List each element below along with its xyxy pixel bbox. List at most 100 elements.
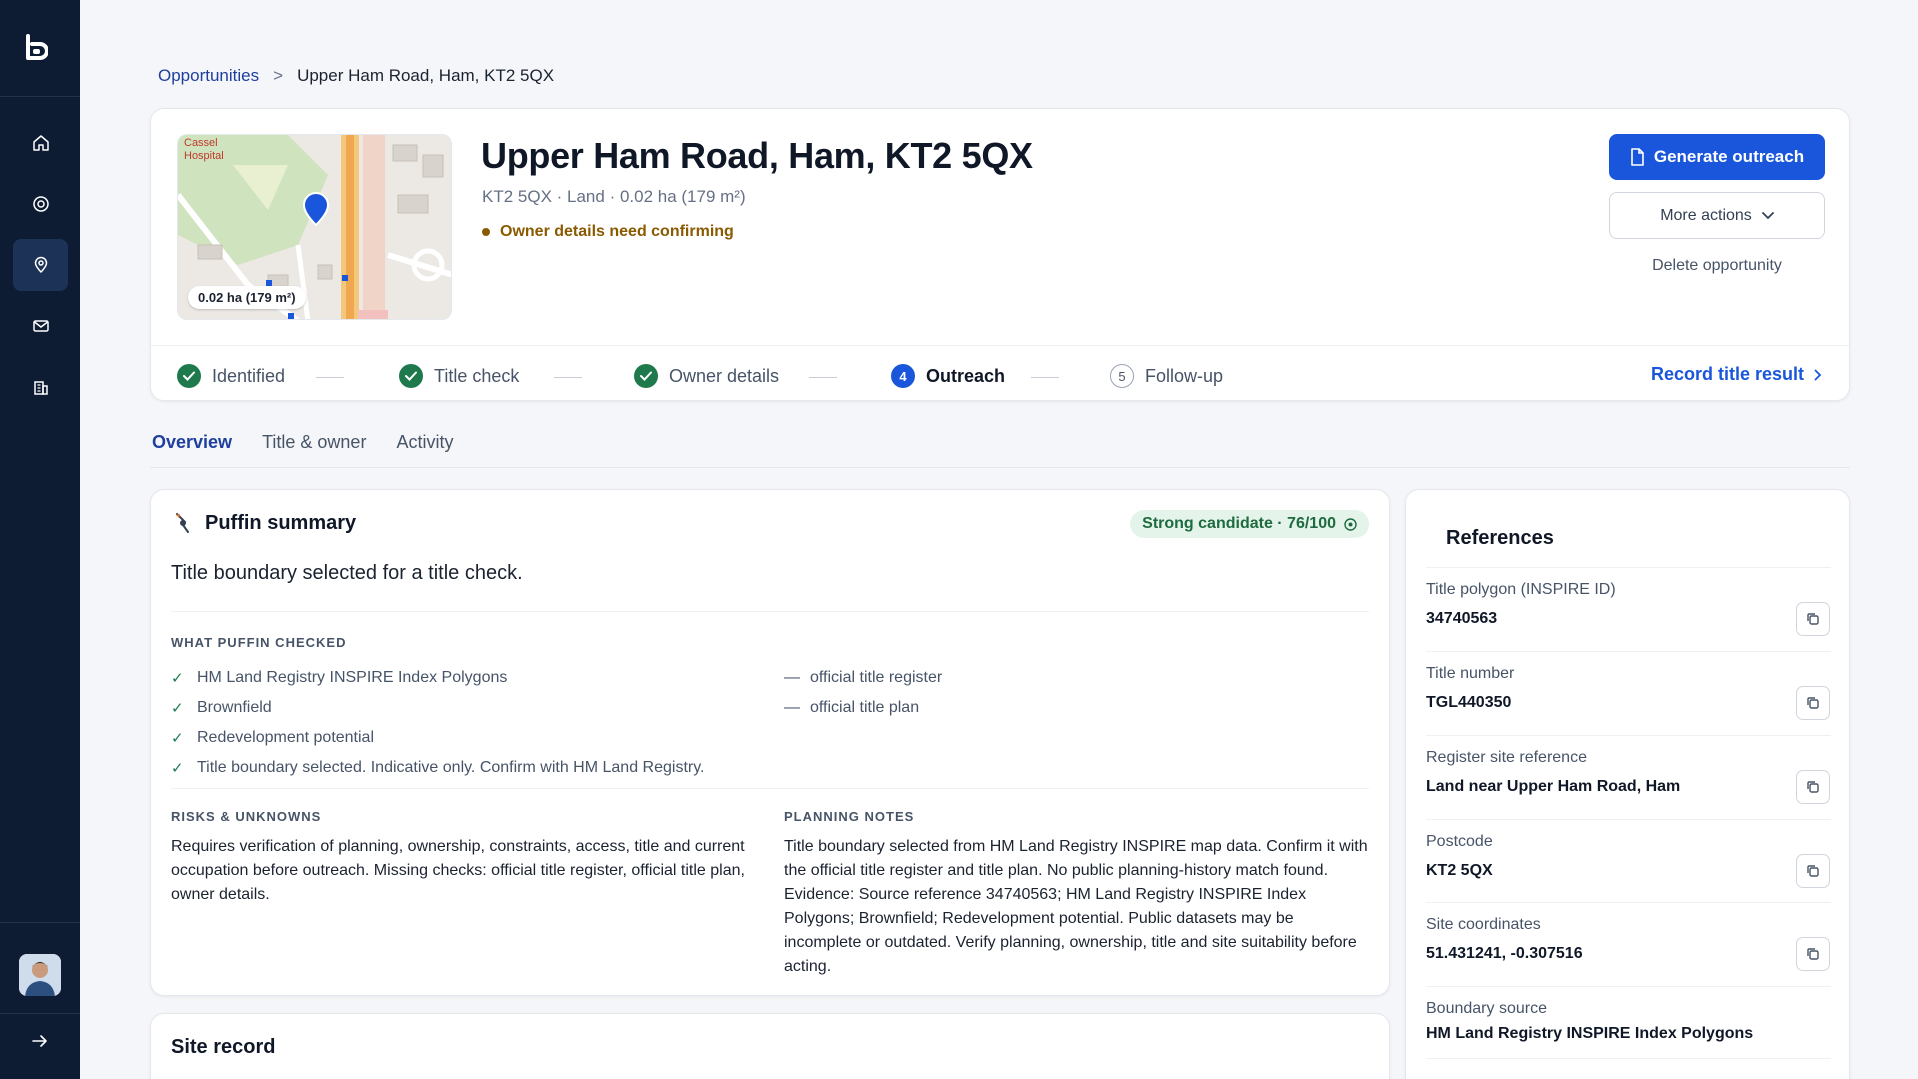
content-tabs: Overview Title & owner Activity [152, 432, 453, 453]
tab-title-owner[interactable]: Title & owner [262, 432, 366, 453]
record-title-result-link[interactable]: Record title result [1651, 364, 1822, 385]
check-circle-icon [177, 364, 201, 388]
target-icon [1344, 517, 1357, 531]
status-indicator: Owner details need confirming [482, 223, 734, 241]
puffin-summary-title: Puffin summary [205, 512, 357, 534]
checked-item-label: HM Land Registry INSPIRE Index Polygons [197, 669, 508, 686]
puffin-icon [171, 511, 195, 535]
chevron-right-icon [1814, 369, 1822, 380]
breadcrumb-opportunities-link[interactable]: Opportunities [158, 66, 259, 86]
step-connector [316, 377, 344, 378]
building-icon [33, 381, 48, 395]
nav-opportunities[interactable] [13, 239, 68, 291]
step-outreach[interactable]: 4 Outreach [891, 364, 1005, 388]
references-title: References [1446, 527, 1554, 549]
sidebar [0, 0, 80, 1079]
step-number-badge: 4 [891, 364, 915, 388]
copy-coordinates-button[interactable] [1796, 937, 1830, 971]
nav-targets[interactable] [13, 178, 68, 230]
checked-item-label: Title boundary selected. Indicative only… [197, 759, 705, 776]
puffin-summary-text: Title boundary selected for a title chec… [171, 562, 523, 584]
map-pin-icon [34, 256, 47, 274]
expand-sidebar-button[interactable] [28, 1031, 52, 1051]
nav-home[interactable] [13, 117, 68, 169]
map-place-label: Cassel Hospital [184, 137, 224, 162]
site-map-thumbnail[interactable]: Cassel Hospital 0.02 ha (179 m²) [177, 134, 452, 320]
copy-site-reference-button[interactable] [1796, 770, 1830, 804]
delete-opportunity-button[interactable]: Delete opportunity [1609, 257, 1825, 275]
copy-icon [1807, 865, 1819, 877]
generate-outreach-button[interactable]: Generate outreach [1609, 134, 1825, 180]
check-icon: ✓ [171, 670, 184, 687]
puffin-summary-card: Puffin summary Strong candidate · 76/100… [150, 489, 1390, 996]
reference-divider [1426, 902, 1831, 903]
document-icon [1631, 148, 1644, 166]
more-actions-button[interactable]: More actions [1609, 192, 1825, 239]
generate-outreach-label: Generate outreach [1653, 147, 1805, 166]
missing-item-label: official title register [810, 669, 943, 686]
reference-label: Site coordinates [1426, 916, 1541, 933]
nav-portfolio[interactable] [13, 361, 68, 413]
site-record-card: Site record [150, 1013, 1390, 1079]
references-card: References Title polygon (INSPIRE ID) 34… [1405, 489, 1850, 1079]
check-icon: ✓ [171, 760, 184, 777]
breadcrumb-current: Upper Ham Road, Ham, KT2 5QX [297, 66, 555, 85]
check-icon: ✓ [171, 730, 184, 747]
reference-divider [1426, 567, 1831, 568]
step-label: Outreach [926, 365, 1006, 386]
app-logo[interactable] [24, 34, 49, 62]
chevron-down-icon [1761, 211, 1774, 219]
checked-item: ✓ HM Land Registry INSPIRE Index Polygons [171, 669, 507, 687]
step-label: Identified [212, 365, 286, 386]
checked-item: ✓ Brownfield [171, 699, 272, 717]
copy-postcode-button[interactable] [1796, 854, 1830, 888]
status-text: Owner details need confirming [500, 223, 734, 240]
reference-value: TGL440350 [1426, 694, 1512, 711]
sidebar-divider [0, 96, 80, 97]
reference-divider [1426, 651, 1831, 652]
record-title-result-label: Record title result [1651, 364, 1805, 384]
copy-inspire-id-button[interactable] [1796, 602, 1830, 636]
copy-icon [1807, 697, 1819, 709]
step-title-check[interactable]: Title check [399, 364, 519, 388]
checked-item: ✓ Title boundary selected. Indicative onl… [171, 759, 704, 777]
reference-label: Title number [1426, 665, 1515, 682]
user-avatar[interactable] [19, 954, 61, 996]
nav-outreach[interactable] [13, 300, 68, 352]
copy-title-number-button[interactable] [1796, 686, 1830, 720]
step-connector [809, 377, 837, 378]
missing-item: — official title register [784, 669, 942, 687]
reference-label: Postcode [1426, 833, 1493, 850]
reference-value: Land near Upper Ham Road, Ham [1426, 778, 1681, 795]
check-icon: ✓ [171, 700, 184, 717]
checked-item: ✓ Redevelopment potential [171, 729, 374, 747]
checked-item-label: Redevelopment potential [197, 729, 375, 746]
tab-activity[interactable]: Activity [396, 432, 453, 453]
step-label: Owner details [669, 365, 780, 386]
status-dot-icon [482, 228, 490, 236]
step-owner-details[interactable]: Owner details [634, 364, 779, 388]
site-record-title: Site record [171, 1036, 276, 1058]
planning-notes-label: PLANNING NOTES [784, 809, 915, 824]
page-title: Upper Ham Road, Ham, KT2 5QX [481, 135, 1033, 176]
reference-divider [1426, 1058, 1831, 1059]
step-follow-up[interactable]: 5 Follow-up [1110, 364, 1223, 388]
section-divider [171, 788, 1369, 789]
reference-divider [1426, 819, 1831, 820]
check-circle-icon [634, 364, 658, 388]
step-identified[interactable]: Identified [177, 364, 285, 388]
planning-notes-text: Title boundary selected from HM Land Reg… [784, 838, 1368, 975]
tab-overview[interactable]: Overview [152, 432, 232, 453]
reference-value: KT2 5QX [1426, 862, 1493, 879]
step-connector [1031, 377, 1059, 378]
site-meta: KT2 5QX · Land · 0.02 ha (179 m²) [482, 187, 746, 206]
checked-item-label: Brownfield [197, 699, 272, 716]
sidebar-divider [0, 922, 80, 923]
mail-icon [32, 320, 49, 332]
risks-unknowns-label: RISKS & UNKNOWNS [171, 809, 322, 824]
opportunity-header-card: Cassel Hospital 0.02 ha (179 m²) Upper H… [150, 108, 1850, 401]
missing-item: — official title plan [784, 699, 919, 717]
copy-icon [1807, 781, 1819, 793]
copy-icon [1807, 948, 1819, 960]
breadcrumb-separator: > [273, 66, 284, 85]
